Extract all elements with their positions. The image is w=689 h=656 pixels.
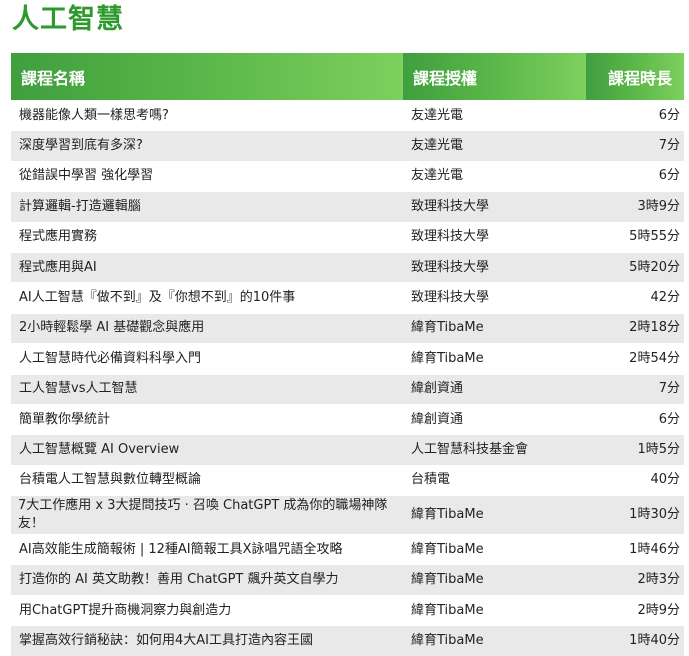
table-row[interactable]: 工人智慧vs人工智慧 緯創資通 7分 xyxy=(11,373,684,405)
course-name-cell[interactable]: 人工智慧時代必備資料科學入門 xyxy=(11,343,403,375)
course-name-cell[interactable]: 從錯誤中學習 強化學習 xyxy=(11,160,403,192)
course-hours-cell: 6分 xyxy=(586,99,684,131)
table-row[interactable]: 用ChatGPT提升商機洞察力與創造力 緯育TibaMe 2時9分 xyxy=(11,594,684,626)
course-hours-cell: 7分 xyxy=(586,130,684,162)
course-hours-cell: 2時9分 xyxy=(586,594,684,626)
table-row[interactable]: 計算邏輯-打造邏輯腦 致理科技大學 3時9分 xyxy=(11,191,684,223)
course-hours-cell: 2時18分 xyxy=(586,312,684,344)
course-provider-cell: 緯創資通 xyxy=(403,373,586,405)
table-row[interactable]: AI高效能生成簡報術 | 12種AI簡報工具X詠唱咒語全攻略 緯育TibaMe … xyxy=(11,534,684,565)
course-name-cell[interactable]: 深度學習到底有多深? xyxy=(11,130,403,162)
table-row[interactable]: 程式應用與AI 致理科技大學 5時20分 xyxy=(11,251,684,283)
table-row[interactable]: AI人工智慧『做不到』及『你想不到』的10件事 致理科技大學 42分 xyxy=(11,282,684,314)
course-provider-cell: 緯育TibaMe xyxy=(403,564,586,596)
course-provider-cell: 緯育TibaMe xyxy=(403,534,586,565)
course-hours-cell: 1時46分 xyxy=(586,534,684,565)
course-provider-cell: 緯育TibaMe xyxy=(403,343,586,375)
course-name-cell[interactable]: 機器能像人類一樣思考嗎? xyxy=(11,99,403,131)
course-provider-cell: 緯育TibaMe xyxy=(403,495,586,535)
course-hours-cell: 5時20分 xyxy=(586,251,684,283)
table-row[interactable]: 掌握高效行銷秘訣：如何用4大AI工具打造內容王國 緯育TibaMe 1時40分 xyxy=(11,625,684,656)
course-provider-cell: 友達光電 xyxy=(403,160,586,192)
course-hours-cell: 7分 xyxy=(586,373,684,405)
header-course-hours: 課程時長 xyxy=(586,53,684,101)
course-hours-cell: 1時5分 xyxy=(586,434,684,466)
course-hours-cell: 2時3分 xyxy=(586,564,684,596)
table-row[interactable]: 打造你的 AI 英文助教！善用 ChatGPT 飆升英文自學力 緯育TibaMe… xyxy=(11,564,684,596)
course-hours-cell: 6分 xyxy=(586,160,684,192)
course-provider-cell: 緯育TibaMe xyxy=(403,625,586,656)
course-hours-cell: 1時30分 xyxy=(586,495,684,535)
course-hours-cell: 5時55分 xyxy=(586,221,684,253)
course-provider-cell: 致理科技大學 xyxy=(403,282,586,314)
course-provider-cell: 友達光電 xyxy=(403,99,586,131)
course-name-cell[interactable]: 工人智慧vs人工智慧 xyxy=(11,373,403,405)
course-name-cell[interactable]: 用ChatGPT提升商機洞察力與創造力 xyxy=(11,594,403,626)
course-provider-cell: 友達光電 xyxy=(403,130,586,162)
course-provider-cell: 人工智慧科技基金會 xyxy=(403,434,586,466)
table-row[interactable]: 機器能像人類一樣思考嗎? 友達光電 6分 xyxy=(11,99,684,131)
table-row[interactable]: 深度學習到底有多深? 友達光電 7分 xyxy=(11,130,684,162)
course-hours-cell: 1時40分 xyxy=(586,625,684,656)
course-name-cell[interactable]: 計算邏輯-打造邏輯腦 xyxy=(11,191,403,223)
course-name-cell[interactable]: 打造你的 AI 英文助教！善用 ChatGPT 飆升英文自學力 xyxy=(11,564,403,596)
course-hours-cell: 42分 xyxy=(586,282,684,314)
course-name-cell[interactable]: 程式應用與AI xyxy=(11,251,403,283)
course-name-cell[interactable]: 掌握高效行銷秘訣：如何用4大AI工具打造內容王國 xyxy=(11,625,403,656)
course-name-cell[interactable]: 簡單教你學統計 xyxy=(11,403,403,435)
course-hours-cell: 40分 xyxy=(586,464,684,496)
course-hours-cell: 6分 xyxy=(586,403,684,435)
table-row[interactable]: 人工智慧概覽 AI Overview 人工智慧科技基金會 1時5分 xyxy=(11,434,684,466)
course-provider-cell: 致理科技大學 xyxy=(403,191,586,223)
table-row[interactable]: 簡單教你學統計 緯創資通 6分 xyxy=(11,403,684,435)
page-title: 人工智慧 xyxy=(12,4,124,35)
table-row[interactable]: 程式應用實務 致理科技大學 5時55分 xyxy=(11,221,684,253)
course-provider-cell: 緯育TibaMe xyxy=(403,312,586,344)
table-row[interactable]: 從錯誤中學習 強化學習 友達光電 6分 xyxy=(11,160,684,192)
table-header-row: 課程名稱 課程授權 課程時長 xyxy=(11,53,684,101)
course-name-cell[interactable]: 台積電人工智慧與數位轉型概論 xyxy=(11,464,403,496)
course-name-cell[interactable]: 人工智慧概覽 AI Overview xyxy=(11,434,403,466)
course-provider-cell: 致理科技大學 xyxy=(403,221,586,253)
course-provider-cell: 台積電 xyxy=(403,464,586,496)
table-row[interactable]: 台積電人工智慧與數位轉型概論 台積電 40分 xyxy=(11,464,684,496)
header-course-name: 課程名稱 xyxy=(11,53,403,101)
course-name-cell[interactable]: 程式應用實務 xyxy=(11,221,403,253)
course-name-cell[interactable]: AI高效能生成簡報術 | 12種AI簡報工具X詠唱咒語全攻略 xyxy=(11,534,403,565)
course-provider-cell: 緯創資通 xyxy=(403,403,586,435)
table-row[interactable]: 人工智慧時代必備資料科學入門 緯育TibaMe 2時54分 xyxy=(11,343,684,375)
course-table: 課程名稱 課程授權 課程時長 機器能像人類一樣思考嗎? 友達光電 6分 深度學習… xyxy=(11,53,684,656)
course-hours-cell: 2時54分 xyxy=(586,343,684,375)
course-hours-cell: 3時9分 xyxy=(586,191,684,223)
course-name-cell[interactable]: 7大工作應用 x 3大提問技巧 · 召喚 ChatGPT 成為你的職場神隊友！ xyxy=(11,495,403,535)
course-provider-cell: 緯育TibaMe xyxy=(403,594,586,626)
course-name-cell[interactable]: AI人工智慧『做不到』及『你想不到』的10件事 xyxy=(11,282,403,314)
header-course-provider: 課程授權 xyxy=(403,53,586,101)
course-name-cell[interactable]: 2小時輕鬆學 AI 基礎觀念與應用 xyxy=(11,312,403,344)
course-provider-cell: 致理科技大學 xyxy=(403,251,586,283)
table-row[interactable]: 7大工作應用 x 3大提問技巧 · 召喚 ChatGPT 成為你的職場神隊友！ … xyxy=(11,495,684,535)
table-row[interactable]: 2小時輕鬆學 AI 基礎觀念與應用 緯育TibaMe 2時18分 xyxy=(11,312,684,344)
